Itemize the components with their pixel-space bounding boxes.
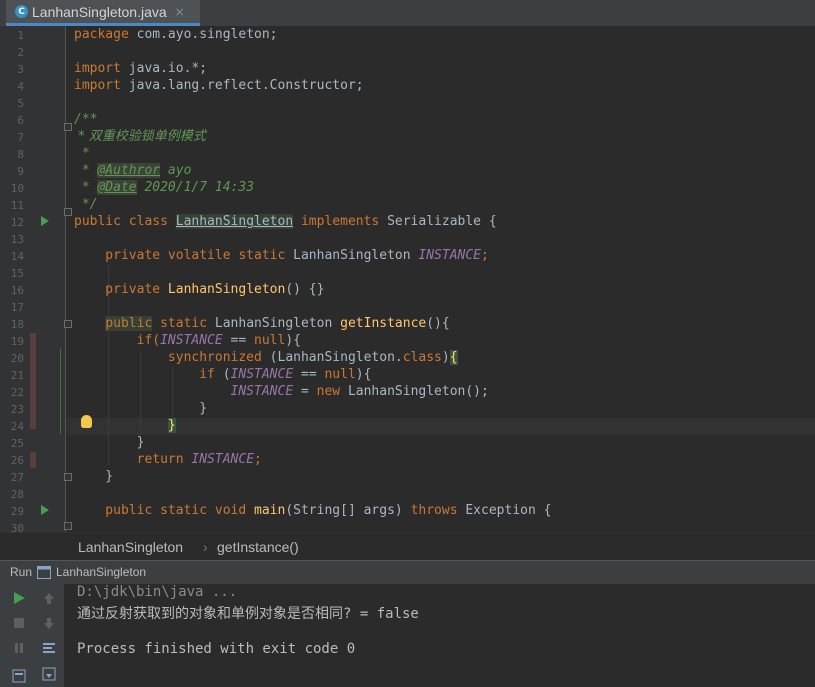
line-number: 24 xyxy=(10,420,24,433)
fold-icon[interactable] xyxy=(64,522,72,530)
line-number: 5 xyxy=(17,97,24,110)
code-line: */ xyxy=(74,197,98,212)
code-line: * xyxy=(74,146,90,161)
code-line: public static LanhanSingleton getInstanc… xyxy=(105,316,450,331)
code-line: private volatile static LanhanSingleton … xyxy=(74,248,489,263)
breadcrumb-class[interactable]: LanhanSingleton xyxy=(78,539,183,555)
change-marker xyxy=(30,452,36,468)
code-line: if(INSTANCE == null){ xyxy=(74,333,301,348)
run-config-name[interactable]: LanhanSingleton xyxy=(56,565,146,579)
line-number: 23 xyxy=(10,403,24,416)
code-line: * @Date 2020/1/7 14:33 xyxy=(74,180,255,195)
line-number: 15 xyxy=(10,267,24,280)
fold-icon[interactable] xyxy=(64,123,72,131)
code-line: import java.io.*; xyxy=(74,61,208,76)
soft-wrap-icon[interactable] xyxy=(41,640,57,656)
editor-tab[interactable]: C LanhanSingleton.java × xyxy=(6,0,200,26)
line-number: 16 xyxy=(10,284,24,297)
code-line: } xyxy=(167,418,176,433)
close-tab-icon[interactable]: × xyxy=(175,5,185,19)
line-number: 30 xyxy=(10,522,24,532)
line-number: 11 xyxy=(10,199,24,212)
line-number: 3 xyxy=(17,63,24,76)
tab-title: LanhanSingleton.java xyxy=(32,3,167,20)
current-line-highlight xyxy=(66,418,815,435)
stop-icon[interactable] xyxy=(11,615,27,631)
line-number: 19 xyxy=(10,335,24,348)
line-number: 28 xyxy=(10,488,24,501)
pause-icon[interactable] xyxy=(11,640,27,656)
code-line: return INSTANCE; xyxy=(74,452,262,467)
scroll-up-icon[interactable] xyxy=(41,590,57,606)
console-output-line: 通过反射获取到的对象和单例对象是否相同? = false xyxy=(77,606,419,622)
line-number: 8 xyxy=(17,148,24,161)
code-line: } xyxy=(74,435,145,450)
line-number: 12 xyxy=(10,216,24,229)
gutter-divider xyxy=(65,26,66,532)
code-line: /** xyxy=(74,112,98,127)
line-number: 27 xyxy=(10,471,24,484)
code-line: if (INSTANCE == null){ xyxy=(74,367,372,382)
fold-icon[interactable] xyxy=(64,208,72,216)
line-number: 14 xyxy=(10,250,24,263)
line-number: 18 xyxy=(10,318,24,331)
console-exit-line: Process finished with exit code 0 xyxy=(77,641,356,657)
run-label: Run xyxy=(10,565,33,579)
line-number: 21 xyxy=(10,369,24,382)
code-line: private LanhanSingleton() {} xyxy=(74,282,325,297)
console-command-line: D:\jdk\bin\java ... xyxy=(77,584,238,600)
line-number: 25 xyxy=(10,437,24,450)
run-panel-header: Run LanhanSingleton xyxy=(0,560,815,585)
import-icon[interactable] xyxy=(41,666,57,682)
code-editor[interactable]: 1 2 3 4 5 6 7 8 9 10 11 12 13 14 15 16 1… xyxy=(0,26,815,532)
line-number: 22 xyxy=(10,386,24,399)
line-number: 13 xyxy=(10,233,24,246)
code-line: * 双重校验锁单例模式 xyxy=(74,129,206,144)
breadcrumb: LanhanSingleton › getInstance() xyxy=(0,532,815,561)
breadcrumb-separator: › xyxy=(203,539,208,555)
rerun-icon[interactable] xyxy=(11,590,27,606)
code-line: } xyxy=(74,401,208,416)
line-number: 4 xyxy=(17,80,24,93)
editor-tab-bar: C LanhanSingleton.java × xyxy=(0,0,815,27)
code-line: package com.ayo.singleton; xyxy=(74,27,278,42)
line-number: 29 xyxy=(10,505,24,518)
line-number: 9 xyxy=(17,165,24,178)
run-toolbar xyxy=(0,584,64,687)
change-marker xyxy=(30,333,36,429)
run-class-icon[interactable] xyxy=(41,216,49,226)
scroll-down-icon[interactable] xyxy=(41,615,57,631)
line-number: 17 xyxy=(10,301,24,314)
code-line: } xyxy=(74,469,114,484)
line-number: 2 xyxy=(17,46,24,59)
code-line: synchronized (LanhanSingleton.class){ xyxy=(74,350,458,365)
code-line: * @Authror ayo xyxy=(74,163,192,178)
java-class-icon: C xyxy=(15,5,28,18)
run-main-icon[interactable] xyxy=(41,505,49,515)
line-number: 6 xyxy=(17,114,24,127)
code-line: INSTANCE = new LanhanSingleton(); xyxy=(74,384,489,399)
breadcrumb-method[interactable]: getInstance() xyxy=(217,539,299,555)
line-number: 1 xyxy=(17,29,24,42)
code-line: public static void main(String[] args) t… xyxy=(74,503,552,518)
code-line: public class LanhanSingleton implements … xyxy=(74,214,497,229)
fold-icon[interactable] xyxy=(64,473,72,481)
fold-icon[interactable] xyxy=(64,320,72,328)
console-output[interactable]: D:\jdk\bin\java ... 通过反射获取到的对象和单例对象是否相同?… xyxy=(64,584,815,687)
line-number: 20 xyxy=(10,352,24,365)
run-config-icon xyxy=(37,566,51,579)
line-number: 26 xyxy=(10,454,24,467)
line-number: 7 xyxy=(17,131,24,144)
code-line: import java.lang.reflect.Constructor; xyxy=(74,78,364,93)
line-number: 10 xyxy=(10,182,24,195)
dump-threads-icon[interactable] xyxy=(11,668,27,684)
scope-guide xyxy=(60,348,61,434)
